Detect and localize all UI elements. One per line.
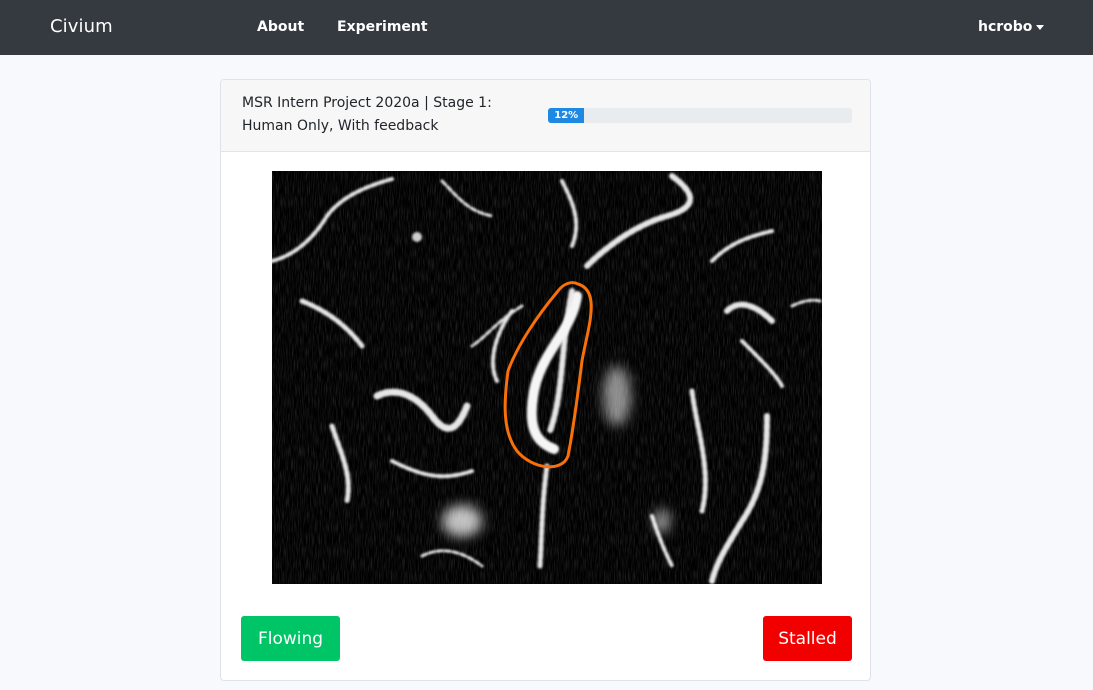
user-name: hcrobo (978, 19, 1033, 35)
bright-blob (603, 366, 631, 426)
caret-down-icon (1036, 25, 1045, 30)
nav-link-about[interactable]: About (257, 19, 304, 35)
stalled-button[interactable]: Stalled (763, 616, 852, 661)
bright-blob (442, 505, 482, 537)
progress-bar-track: 12% (548, 108, 852, 123)
flowing-button[interactable]: Flowing (241, 616, 340, 661)
brand-logo[interactable]: Civium (50, 16, 113, 37)
task-card-header: MSR Intern Project 2020a | Stage 1: Huma… (221, 80, 870, 152)
user-menu-dropdown[interactable]: hcrobo (978, 19, 1045, 35)
task-card: MSR Intern Project 2020a | Stage 1: Huma… (220, 79, 871, 681)
bright-blob (654, 509, 670, 533)
nav-link-experiment[interactable]: Experiment (337, 19, 428, 35)
vessel-microscopy-graphic (272, 171, 822, 584)
top-navbar: Civium About Experiment hcrobo (0, 0, 1093, 55)
progress-bar-fill: 12% (548, 108, 585, 123)
project-stage-title: MSR Intern Project 2020a | Stage 1: Huma… (242, 95, 492, 134)
bright-dot (412, 232, 422, 242)
microscopy-image (272, 171, 822, 584)
